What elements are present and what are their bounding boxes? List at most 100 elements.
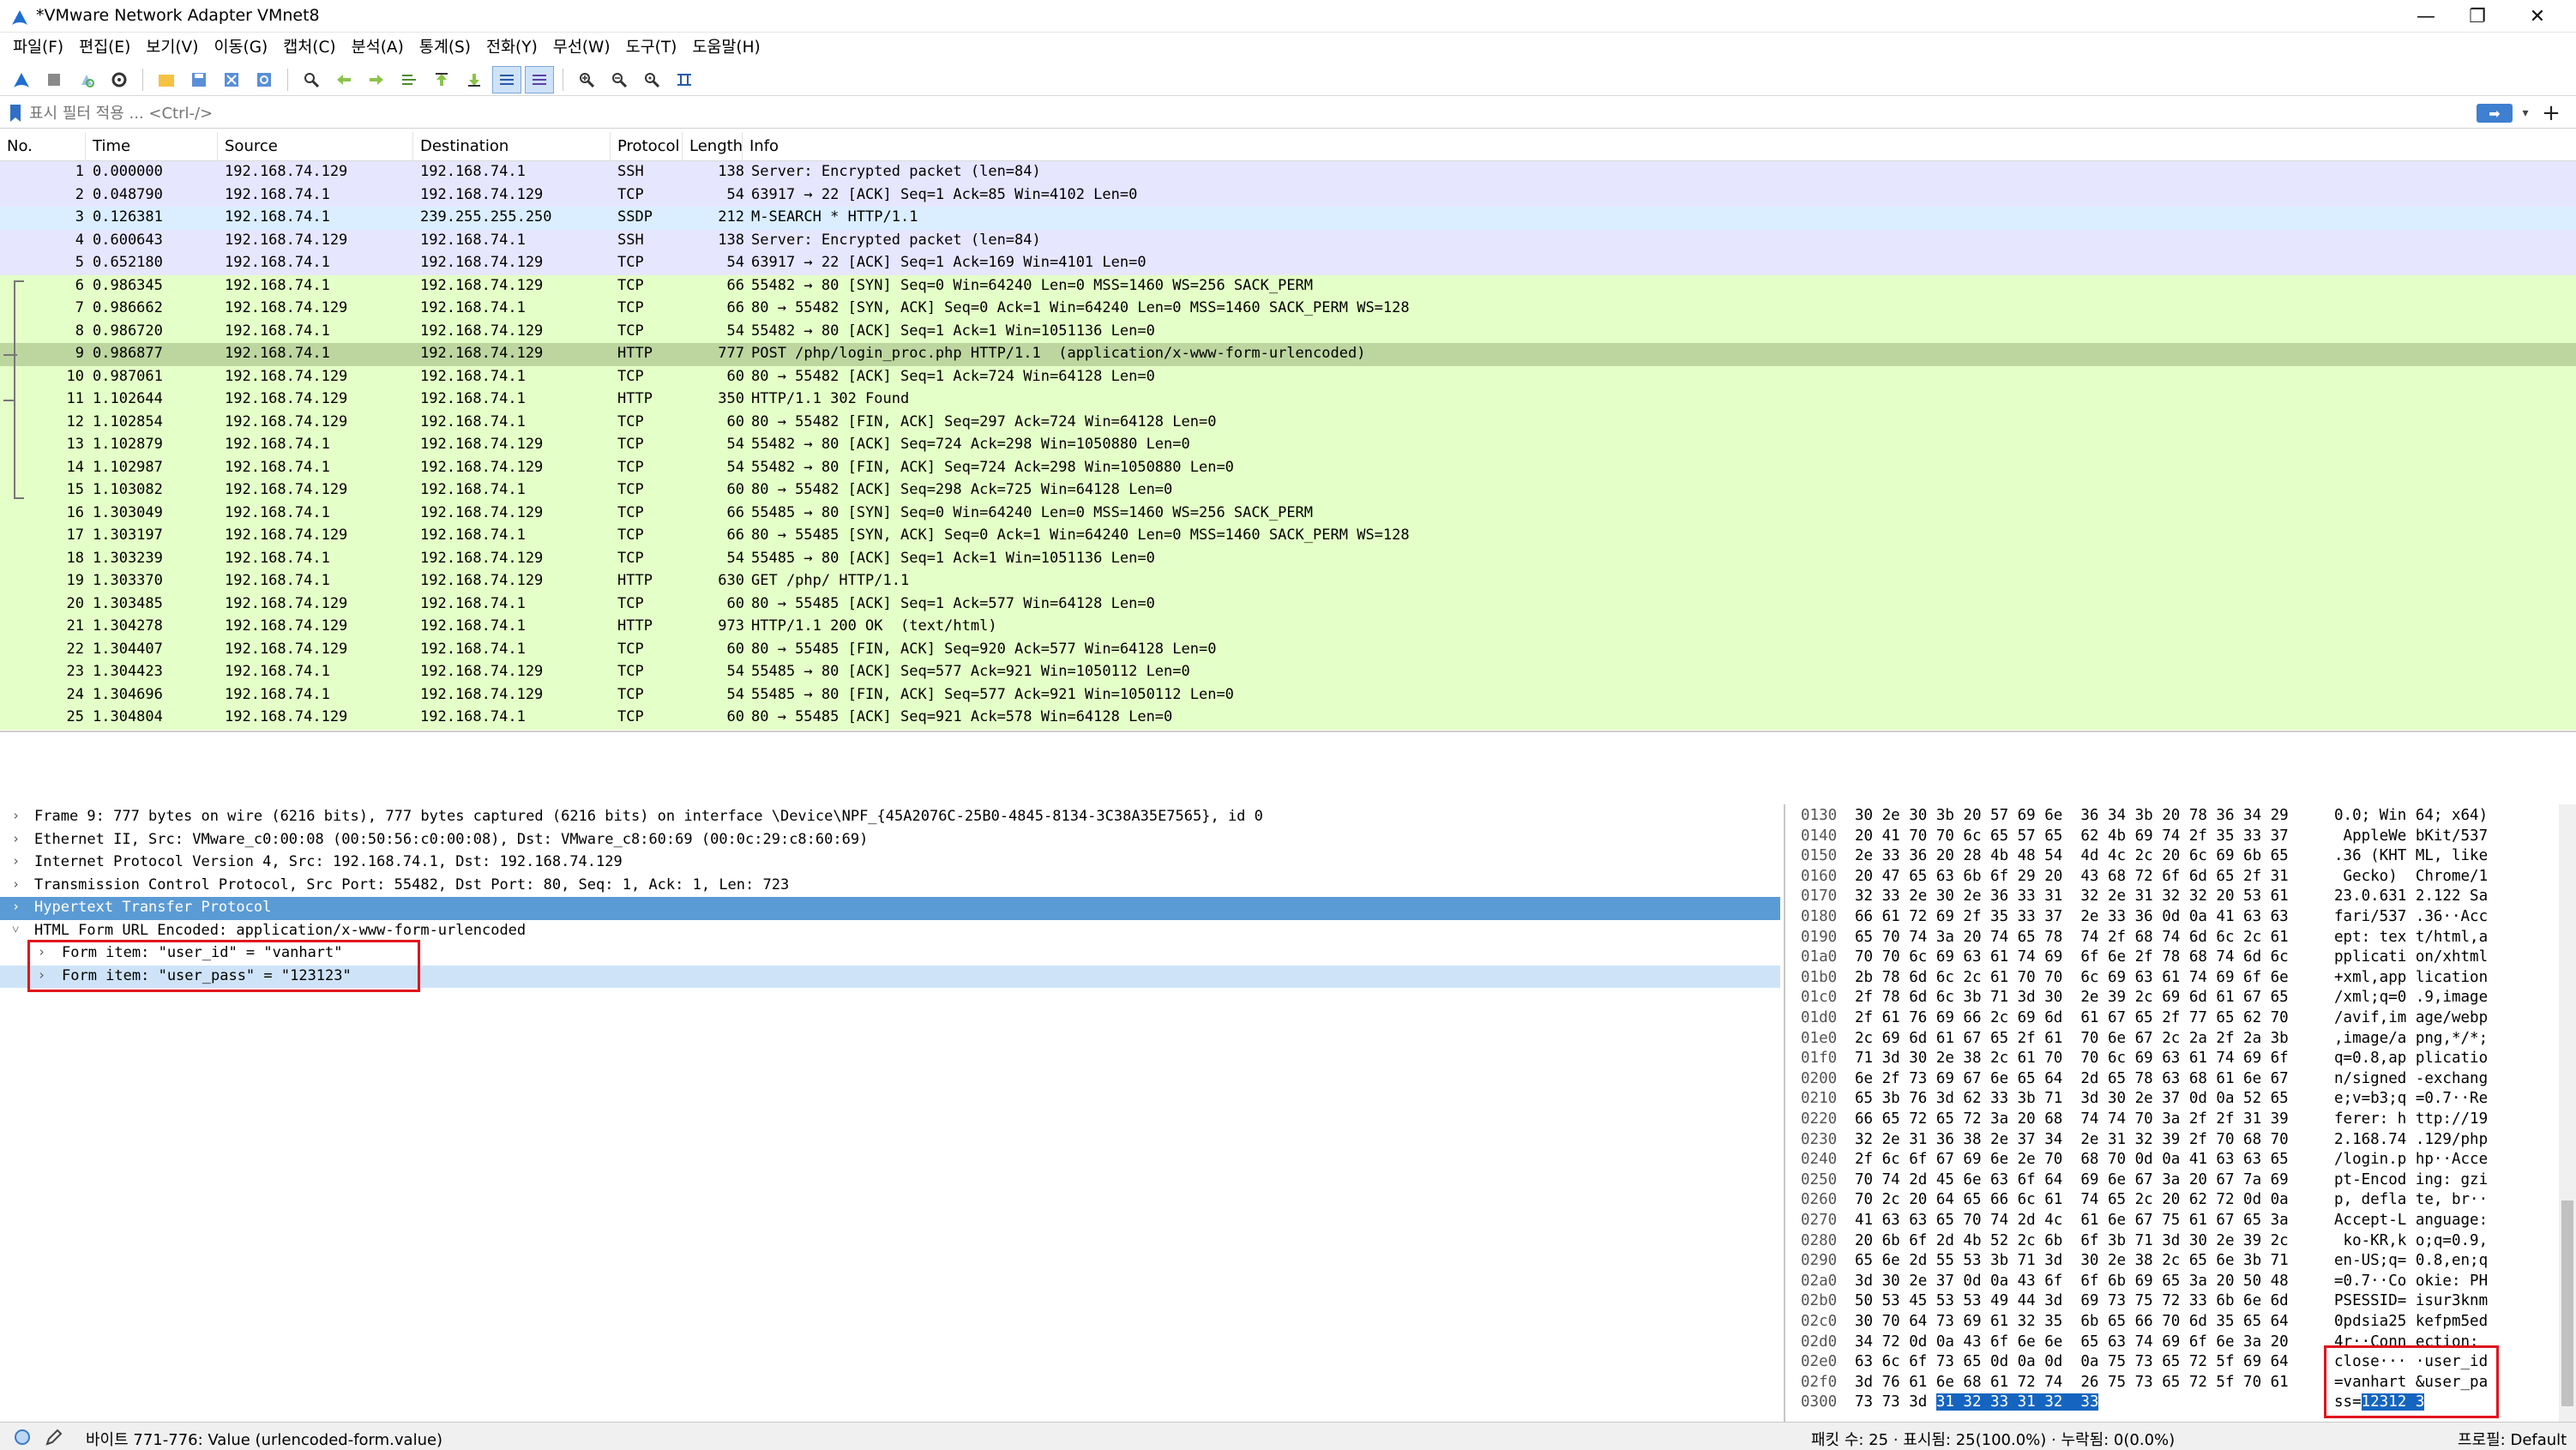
filter-bookmark-icon[interactable] — [9, 104, 22, 123]
menu-item[interactable]: 도움말(H) — [684, 33, 767, 63]
packet-row[interactable]: 24 1.304696 192.168.74.1 192.168.74.129 TCP 5… — [0, 683, 2576, 707]
zoom-out-icon[interactable] — [605, 66, 634, 93]
packet-row[interactable]: 9 0.986877 192.168.74.1 192.168.74.129 HTTP 7… — [0, 343, 2576, 366]
bytes-line[interactable]: 0210 65 3b 76 3d 62 33 3b 71 3d 30 2e 37 … — [1789, 1089, 2561, 1110]
packet-row[interactable]: 19 1.303370 192.168.74.1 192.168.74.129 HTTP… — [0, 570, 2576, 593]
status-profile[interactable]: 프로필: Default — [2458, 1428, 2567, 1450]
column-header-no[interactable]: No. — [0, 132, 86, 161]
menu-item[interactable]: 편집(E) — [71, 33, 138, 63]
capture-options-gear-icon[interactable] — [105, 66, 134, 93]
packet-row[interactable]: 3 0.126381 192.168.74.1 239.255.255.250 SSDP… — [0, 207, 2576, 230]
packet-row[interactable]: 13 1.102879 192.168.74.1 192.168.74.129 TCP 5… — [0, 434, 2576, 457]
bytes-line[interactable]: 0200 6e 2f 73 69 67 6e 65 64 2d 65 78 63 … — [1789, 1069, 2561, 1090]
detail-tree-item[interactable]: › Ethernet II, Src: VMware_c0:00:08 (00:5… — [0, 829, 1780, 852]
menu-item[interactable]: 캡처(C) — [275, 33, 343, 63]
packet-row[interactable]: 17 1.303197 192.168.74.129 192.168.74.1 TCP 6… — [0, 525, 2576, 548]
menu-item[interactable]: 보기(V) — [138, 33, 206, 63]
bytes-line[interactable]: 01e0 2c 69 6d 61 67 65 2f 61 70 6e 67 2c … — [1789, 1029, 2561, 1050]
restart-capture-icon[interactable] — [72, 66, 101, 93]
menu-item[interactable]: 무선(W) — [545, 33, 618, 63]
column-header-time[interactable]: Time — [86, 132, 218, 161]
packet-row[interactable]: 16 1.303049 192.168.74.1 192.168.74.129 TCP 6… — [0, 502, 2576, 525]
bytes-line[interactable]: 0220 66 65 72 65 72 3a 20 68 74 74 70 3a … — [1789, 1110, 2561, 1130]
bytes-line[interactable]: 0170 32 33 2e 30 2e 36 33 31 32 2e 31 32 … — [1789, 887, 2561, 907]
edit-comment-icon[interactable] — [45, 1428, 63, 1447]
bytes-line[interactable]: 02a0 3d 30 2e 37 0d 0a 43 6f 6f 6b 69 65 … — [1789, 1272, 2561, 1292]
chevron-down-icon[interactable]: ˅ — [12, 922, 19, 938]
packet-row[interactable]: 20 1.303485 192.168.74.129 192.168.74.1 TCP 6… — [0, 593, 2576, 616]
bytes-line[interactable]: 01f0 71 3d 30 2e 38 2c 61 70 70 6c 69 63 … — [1789, 1049, 2561, 1069]
packet-row[interactable]: 6 0.986345 192.168.74.1 192.168.74.129 TCP 66… — [0, 274, 2576, 298]
column-header-length[interactable]: Length — [683, 132, 743, 161]
detail-tree-item[interactable]: › Frame 9: 777 bytes on wire (6216 bits),… — [0, 806, 1780, 829]
autoscroll-icon[interactable] — [492, 65, 521, 93]
bytes-line[interactable]: 0240 2f 6c 6f 67 69 6e 2e 70 68 70 0d 0a … — [1789, 1150, 2561, 1170]
detail-tree-item[interactable]: › Hypertext Transfer Protocol — [0, 897, 1780, 920]
bytes-line[interactable]: 0230 32 2e 31 36 38 2e 37 34 2e 31 32 39 … — [1789, 1130, 2561, 1151]
column-header-protocol[interactable]: Protocol — [611, 132, 683, 161]
packet-row[interactable]: 22 1.304407 192.168.74.129 192.168.74.1 TCP 6… — [0, 638, 2576, 661]
resize-columns-icon[interactable] — [670, 66, 699, 93]
first-packet-icon[interactable] — [427, 66, 456, 93]
bytes-line[interactable]: 01a0 70 70 6c 69 63 61 74 69 6f 6e 2f 78 … — [1789, 948, 2561, 968]
chevron-right-icon[interactable]: › — [12, 808, 20, 823]
close-button[interactable]: ✕ — [2499, 0, 2576, 33]
last-packet-icon[interactable] — [460, 66, 489, 93]
normal-size-icon[interactable] — [637, 66, 666, 93]
bytes-scrollbar[interactable] — [2559, 804, 2576, 1422]
display-filter-input[interactable] — [29, 101, 2473, 125]
menu-item[interactable]: 분석(A) — [344, 33, 412, 63]
bytes-line[interactable]: 01c0 2f 78 6d 6c 3b 71 3d 30 2e 39 2c 69 … — [1789, 988, 2561, 1008]
colorize-icon[interactable] — [525, 65, 554, 93]
column-header-source[interactable]: Source — [218, 132, 413, 161]
expert-info-icon[interactable] — [14, 1429, 31, 1446]
menu-item[interactable]: 도구(T) — [618, 33, 685, 63]
chevron-right-icon[interactable]: › — [12, 876, 20, 892]
bytes-line[interactable]: 01b0 2b 78 6d 6c 2c 61 70 70 6c 69 63 61 … — [1789, 968, 2561, 989]
go-forward-icon[interactable] — [362, 66, 391, 93]
find-packet-icon[interactable] — [297, 66, 326, 93]
packet-row[interactable]: 14 1.102987 192.168.74.1 192.168.74.129 TCP 5… — [0, 456, 2576, 479]
bytes-line[interactable]: 02c0 30 70 64 73 69 61 32 35 6b 65 66 70 … — [1789, 1312, 2561, 1333]
close-file-icon[interactable] — [217, 66, 246, 93]
packet-row[interactable]: 18 1.303239 192.168.74.1 192.168.74.129 TCP 5… — [0, 547, 2576, 570]
bytes-line[interactable]: 0140 20 41 70 70 6c 65 57 65 62 4b 69 74 … — [1789, 827, 2561, 847]
menu-item[interactable]: 통계(S) — [412, 33, 478, 63]
bytes-line[interactable]: 0190 65 70 74 3a 20 74 65 78 74 2f 68 74 … — [1789, 928, 2561, 948]
chevron-right-icon[interactable]: › — [12, 831, 20, 846]
start-capture-fin-icon[interactable] — [7, 66, 36, 93]
reload-file-icon[interactable] — [250, 66, 279, 93]
packet-row[interactable]: 25 1.304804 192.168.74.129 192.168.74.1 TCP 6… — [0, 707, 2576, 730]
bytes-line[interactable]: 0180 66 61 72 69 2f 35 33 37 2e 33 36 0d … — [1789, 907, 2561, 928]
bytes-line[interactable]: 0270 41 63 63 65 70 74 2d 4c 61 6e 67 75 … — [1789, 1211, 2561, 1231]
packet-row[interactable]: 10 0.987061 192.168.74.129 192.168.74.1 TCP 6… — [0, 365, 2576, 388]
packet-row[interactable]: 4 0.600643 192.168.74.129 192.168.74.1 SSH 13… — [0, 229, 2576, 252]
bytes-scrollbar-thumb[interactable] — [2561, 1200, 2573, 1406]
bytes-line[interactable]: 0280 20 6b 6f 2d 4b 52 2c 6b 6f 3b 71 3d … — [1789, 1231, 2561, 1252]
zoom-in-icon[interactable] — [572, 66, 601, 93]
bytes-line[interactable]: 0150 2e 33 36 20 28 4b 48 54 4d 4c 2c 20 … — [1789, 846, 2561, 867]
packet-row[interactable]: 11 1.102644 192.168.74.129 192.168.74.1 HTTP… — [0, 388, 2576, 412]
packet-row[interactable]: 23 1.304423 192.168.74.1 192.168.74.129 TCP 5… — [0, 661, 2576, 684]
chevron-right-icon[interactable]: › — [12, 853, 20, 869]
filter-history-dropdown[interactable]: ▾ — [2517, 104, 2534, 123]
packet-row[interactable]: 1 0.000000 192.168.74.129 192.168.74.1 SSH 13… — [0, 161, 2576, 184]
menu-item[interactable]: 파일(F) — [5, 33, 71, 63]
bytes-line[interactable]: 0250 70 74 2d 45 6e 63 6f 64 69 6e 67 3a … — [1789, 1170, 2561, 1191]
packet-row[interactable]: 8 0.986720 192.168.74.1 192.168.74.129 TCP 54… — [0, 320, 2576, 343]
save-file-icon[interactable] — [184, 66, 214, 93]
menu-item[interactable]: 이동(G) — [206, 33, 275, 63]
bytes-line[interactable]: 0160 20 47 65 63 6b 6f 29 20 43 68 72 6f … — [1789, 867, 2561, 887]
chevron-right-icon[interactable]: › — [12, 899, 20, 914]
packet-row[interactable]: 15 1.103082 192.168.74.129 192.168.74.1 TCP 6… — [0, 479, 2576, 502]
add-filter-button[interactable]: + — [2538, 99, 2564, 127]
column-header-destination[interactable]: Destination — [413, 132, 611, 161]
packet-row[interactable]: 5 0.652180 192.168.74.1 192.168.74.129 TCP 54… — [0, 252, 2576, 275]
stop-capture-icon[interactable] — [39, 66, 69, 93]
bytes-line[interactable]: 02b0 50 53 45 53 53 49 44 3d 69 73 75 72 … — [1789, 1291, 2561, 1312]
detail-tree-item[interactable]: › Internet Protocol Version 4, Src: 192.1… — [0, 851, 1780, 875]
packet-row[interactable]: 12 1.102854 192.168.74.129 192.168.74.1 TCP 6… — [0, 411, 2576, 434]
detail-tree-item[interactable]: › Transmission Control Protocol, Src Port… — [0, 875, 1780, 898]
apply-filter-button[interactable]: ➡ — [2477, 104, 2513, 123]
bytes-line[interactable]: 01d0 2f 61 76 69 66 2c 69 6d 61 67 65 2f … — [1789, 1008, 2561, 1029]
